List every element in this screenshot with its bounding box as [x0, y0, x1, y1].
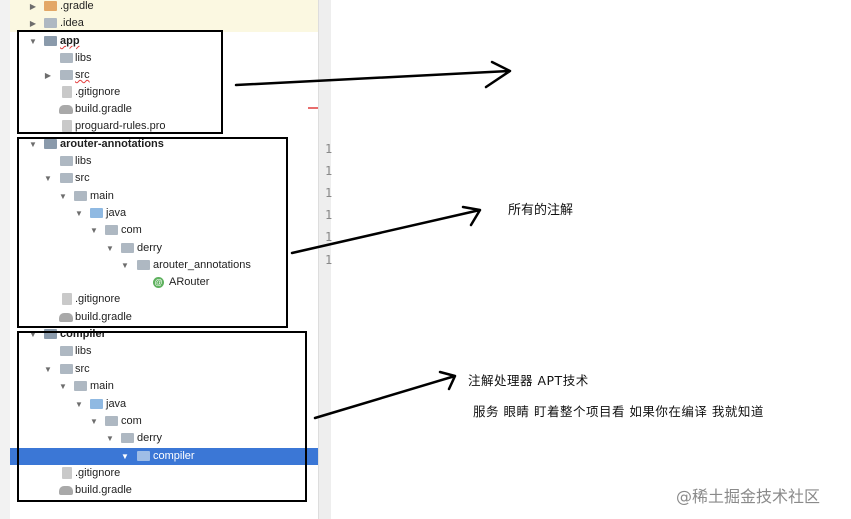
note-all-annotations: 所有的注解: [508, 203, 574, 218]
arrow-annotations: [290, 205, 482, 255]
arrow-compiler: [313, 370, 457, 420]
note-services: 服务 眼睛 盯着整个项目看 如果你在编译 我就知道: [473, 404, 764, 419]
arrow-app: [234, 60, 512, 89]
watermark: @稀土掘金技术社区: [676, 487, 821, 506]
annotation-arrows: [234, 60, 512, 420]
note-apt: 注解处理器 APT技术: [468, 373, 589, 388]
